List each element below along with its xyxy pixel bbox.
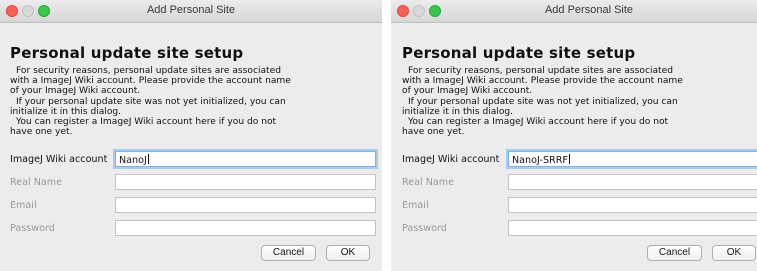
text-caret <box>147 154 149 164</box>
realname-row: Real Name <box>10 174 380 192</box>
window-title: Add Personal Site <box>544 4 634 16</box>
dialog-heading: Personal update site setup <box>402 44 636 62</box>
password-row: Password <box>10 220 380 238</box>
email-row: Email <box>402 197 757 215</box>
account-value: NanoJ-SRRF <box>512 155 568 166</box>
email-row: Email <box>10 197 380 215</box>
description-line: For security reasons, personal update si… <box>16 66 281 76</box>
account-label: ImageJ Wiki account <box>402 154 500 165</box>
description-line: For security reasons, personal update si… <box>408 66 673 76</box>
cancel-button[interactable]: Cancel <box>261 245 316 261</box>
description-line: with a ImageJ Wiki account. Please provi… <box>10 76 291 87</box>
window-title: Add Personal Site <box>146 4 236 16</box>
description-text: For security reasons, personal update si… <box>402 66 732 137</box>
description-line: You can register a ImageJ Wiki account h… <box>16 117 277 128</box>
description-text: For security reasons, personal update si… <box>10 66 340 137</box>
password-input[interactable] <box>508 220 757 236</box>
description-line: You can register a ImageJ Wiki account h… <box>408 117 669 128</box>
realname-row: Real Name <box>402 174 757 192</box>
ok-button[interactable]: OK <box>326 245 370 261</box>
realname-label: Real Name <box>10 177 63 188</box>
add-personal-site-dialog-right: Add Personal Site Personal update site s… <box>391 0 757 271</box>
account-row: ImageJ Wiki account NanoJ-SRRF <box>402 151 757 169</box>
account-label: ImageJ Wiki account <box>10 154 108 165</box>
password-row: Password <box>402 220 757 238</box>
account-row: ImageJ Wiki account NanoJ <box>10 151 380 169</box>
dialog-heading: Personal update site setup <box>10 44 244 62</box>
account-value: NanoJ <box>119 155 147 166</box>
description-line: with a ImageJ Wiki account. Please provi… <box>402 76 683 87</box>
email-label: Email <box>402 200 429 211</box>
account-input[interactable]: NanoJ-SRRF <box>508 151 757 167</box>
description-line: initialize it in this dialog. <box>402 106 514 117</box>
cancel-button[interactable]: Cancel <box>647 245 702 261</box>
add-personal-site-dialog-left: Add Personal Site Personal update site s… <box>0 0 382 271</box>
email-input[interactable] <box>508 197 757 213</box>
realname-input[interactable] <box>508 174 757 190</box>
description-line: have one yet. <box>402 127 465 138</box>
account-input[interactable]: NanoJ <box>115 151 376 167</box>
password-input[interactable] <box>115 220 376 236</box>
title-bar[interactable]: Add Personal Site <box>391 0 757 23</box>
realname-input[interactable] <box>115 174 376 190</box>
ok-button[interactable]: OK <box>712 245 756 261</box>
description-line: initialize it in this dialog. <box>10 106 122 117</box>
description-line: of your ImageJ Wiki account. <box>402 86 533 97</box>
description-line: If your personal update site was not yet… <box>16 96 286 107</box>
description-line: of your ImageJ Wiki account. <box>10 86 141 97</box>
password-label: Password <box>10 223 55 234</box>
email-label: Email <box>10 200 37 211</box>
description-line: have one yet. <box>10 127 73 138</box>
title-bar[interactable]: Add Personal Site <box>0 0 382 23</box>
email-input[interactable] <box>115 197 376 213</box>
password-label: Password <box>402 223 447 234</box>
text-caret <box>568 154 570 164</box>
description-line: If your personal update site was not yet… <box>408 96 678 107</box>
realname-label: Real Name <box>402 177 455 188</box>
